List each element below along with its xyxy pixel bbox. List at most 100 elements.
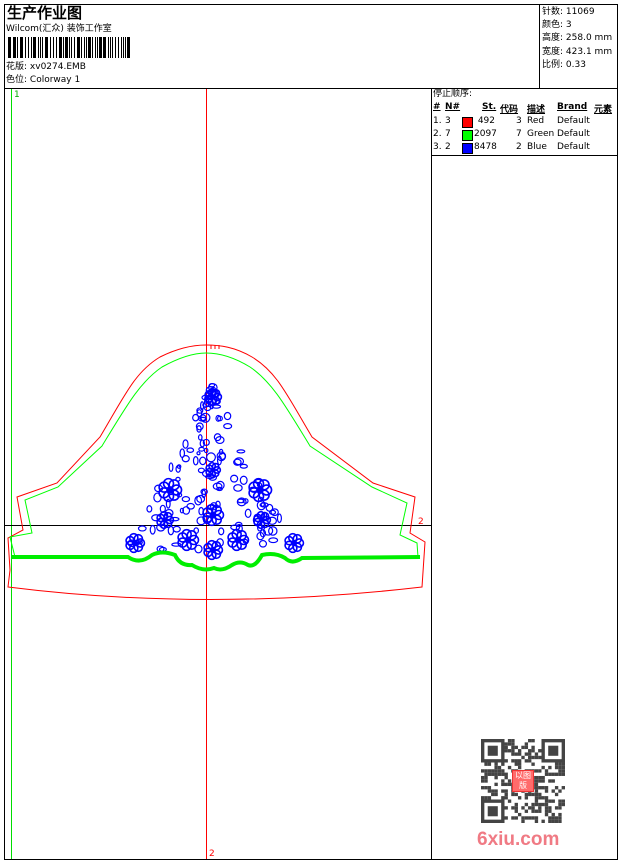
qr-module xyxy=(524,792,529,797)
qr-module xyxy=(497,769,502,773)
qr-module xyxy=(494,765,498,770)
qr-module xyxy=(524,816,529,820)
qr-module xyxy=(551,789,555,793)
embroidery-loop xyxy=(194,495,203,506)
qr-module xyxy=(481,786,485,790)
qr-module xyxy=(507,782,512,787)
stop-sequence-title: 停止顺序: xyxy=(433,89,473,99)
qr-module xyxy=(507,779,512,783)
embroidery-loop xyxy=(146,505,153,513)
embroidery-center xyxy=(162,517,168,523)
qr-module xyxy=(501,769,505,773)
qr-module xyxy=(558,765,562,770)
qr-module xyxy=(511,739,515,743)
qr-module xyxy=(534,755,539,760)
qr-module xyxy=(531,762,535,766)
qr-module xyxy=(524,742,529,746)
embroidery-center xyxy=(184,536,192,544)
qr-module xyxy=(484,775,488,780)
sidebar-divider xyxy=(431,88,432,860)
qr-module xyxy=(554,806,559,810)
qr-module xyxy=(494,772,498,776)
qr-module xyxy=(504,775,508,780)
qr-module xyxy=(514,802,518,807)
embroidery-loop xyxy=(197,434,203,441)
qr-module xyxy=(531,809,535,813)
qr-module xyxy=(551,816,555,820)
qr-module xyxy=(548,799,552,803)
qr-module xyxy=(511,759,515,763)
qr-module xyxy=(541,765,545,770)
qr-module xyxy=(551,812,555,817)
embroidery-loop xyxy=(192,413,200,422)
qr-module xyxy=(538,749,542,753)
stat-scale: 比例: 0.33 xyxy=(542,59,586,70)
embroidery-loop xyxy=(175,465,181,473)
embroidery-loop xyxy=(196,451,201,456)
embroidery-center xyxy=(166,486,174,494)
qr-module xyxy=(528,759,532,763)
stats-divider xyxy=(539,4,540,89)
marker-2-bottom: 2 xyxy=(209,849,215,859)
frame-right xyxy=(617,4,618,860)
embroidery-loop xyxy=(244,508,252,518)
qr-module xyxy=(504,742,508,746)
qr-module xyxy=(534,796,539,800)
qr-module xyxy=(487,789,492,793)
qr-module xyxy=(484,796,488,800)
qr-module xyxy=(528,816,532,820)
qr-module xyxy=(541,802,545,807)
qr-module xyxy=(494,769,498,773)
qr-finder-center xyxy=(487,745,498,756)
embroidery-loop xyxy=(268,537,279,544)
watermark-site: 6xiu.com xyxy=(477,829,560,850)
qr-module xyxy=(528,749,532,753)
qr-module xyxy=(548,779,552,783)
qr-module xyxy=(538,779,542,783)
embroidery-loop xyxy=(239,463,248,469)
qr-module xyxy=(497,772,502,776)
col-index: # xyxy=(433,102,441,112)
qr-module xyxy=(534,809,539,813)
qr-module xyxy=(481,775,485,780)
col-description: 描述 xyxy=(527,105,546,115)
qr-module xyxy=(534,786,539,790)
qr-module xyxy=(534,819,539,823)
qr-module xyxy=(538,809,542,813)
qr-module xyxy=(538,796,542,800)
qr-module xyxy=(554,819,559,823)
col-code: 代码 xyxy=(500,105,519,115)
qr-module xyxy=(558,802,562,807)
qr-module xyxy=(504,745,508,750)
embroidery-center xyxy=(256,486,264,494)
qr-module xyxy=(521,816,525,820)
qr-module xyxy=(504,759,508,763)
qr-module xyxy=(544,769,549,773)
stat-stitches: 针数: 11069 xyxy=(542,7,595,17)
qr-module xyxy=(538,786,542,790)
table-row: 1. 3 492 3 Red Default xyxy=(433,116,590,128)
qr-module xyxy=(494,775,498,780)
qr-module xyxy=(531,739,535,743)
qr-module xyxy=(531,755,535,760)
embroidery-center xyxy=(209,546,217,554)
marker-1: 1 xyxy=(14,90,20,100)
qr-module xyxy=(517,762,522,766)
qr-module xyxy=(487,772,492,776)
qr-module xyxy=(538,802,542,807)
qr-module xyxy=(517,759,522,763)
qr-module xyxy=(561,802,565,807)
col-element: 元素 xyxy=(594,105,613,115)
qr-module xyxy=(501,782,505,787)
qr-module xyxy=(531,792,535,797)
qr-module xyxy=(534,775,539,780)
qr-module xyxy=(554,816,559,820)
design-canvas[interactable]: 1 2 2 xyxy=(0,0,431,860)
embroidery-loop xyxy=(223,411,232,421)
qr-module xyxy=(558,789,562,793)
embroidery-loop xyxy=(218,527,225,536)
qr-module xyxy=(514,816,518,820)
qr-module xyxy=(511,792,515,797)
qr-module xyxy=(524,745,529,750)
qr-module xyxy=(511,816,515,820)
